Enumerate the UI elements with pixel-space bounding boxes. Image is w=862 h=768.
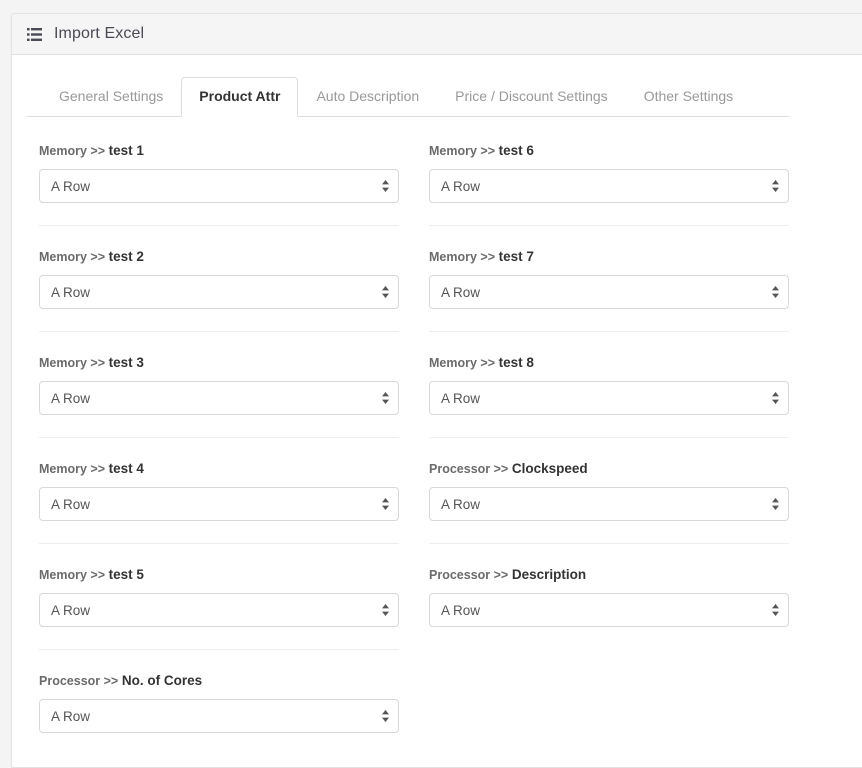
field-label: Memory >> test 4 [39,461,399,477]
field-processor-clockspeed: Processor >> Clockspeed A Row [429,437,789,521]
field-group: Memory >> [39,568,105,582]
select-wrapper: A Row [39,487,399,521]
field-group: Processor >> [429,568,508,582]
list-icon [27,28,42,41]
card-body: General Settings Product Attr Auto Descr… [12,55,862,767]
field-attribute: test 7 [499,249,534,264]
field-label: Processor >> Description [429,567,789,583]
tab-product-attr[interactable]: Product Attr [181,77,298,117]
tab-price-discount-settings[interactable]: Price / Discount Settings [437,77,626,117]
field-attribute: test 4 [109,461,144,476]
field-group: Memory >> [39,462,105,476]
field-label: Memory >> test 6 [429,143,789,159]
select-wrapper: A Row [39,381,399,415]
row-select-memory-test-2[interactable]: A Row [39,275,399,309]
field-group: Memory >> [429,144,495,158]
select-wrapper: A Row [429,275,789,309]
field-attribute: test 3 [109,355,144,370]
row-select-processor-clockspeed[interactable]: A Row [429,487,789,521]
field-memory-test-8: Memory >> test 8 A Row [429,331,789,415]
row-select-processor-description[interactable]: A Row [429,593,789,627]
select-wrapper: A Row [39,593,399,627]
field-memory-test-2: Memory >> test 2 A Row [39,225,399,309]
field-label: Memory >> test 5 [39,567,399,583]
field-group: Processor >> [429,462,508,476]
field-attribute: test 5 [109,567,144,582]
field-memory-test-6: Memory >> test 6 A Row [429,143,789,203]
attribute-mapping-form: Memory >> test 1 A Row [27,143,862,733]
row-select-memory-test-7[interactable]: A Row [429,275,789,309]
select-wrapper: A Row [429,593,789,627]
field-label: Memory >> test 7 [429,249,789,265]
tab-other-settings[interactable]: Other Settings [626,77,752,117]
field-label: Processor >> No. of Cores [39,673,399,689]
field-attribute: test 1 [109,143,144,158]
select-wrapper: A Row [429,487,789,521]
field-processor-no-of-cores: Processor >> No. of Cores A Row [39,649,399,733]
tab-bar: General Settings Product Attr Auto Descr… [27,79,789,117]
field-attribute: test 2 [109,249,144,264]
field-processor-description: Processor >> Description A Row [429,543,789,627]
field-memory-test-7: Memory >> test 7 A Row [429,225,789,309]
row-select-memory-test-8[interactable]: A Row [429,381,789,415]
card-header: Import Excel [12,14,862,55]
row-select-memory-test-4[interactable]: A Row [39,487,399,521]
tab-general-settings[interactable]: General Settings [41,77,181,117]
field-memory-test-1: Memory >> test 1 A Row [39,143,399,203]
field-label: Memory >> test 8 [429,355,789,371]
select-wrapper: A Row [429,169,789,203]
field-label: Memory >> test 2 [39,249,399,265]
select-wrapper: A Row [429,381,789,415]
select-wrapper: A Row [39,275,399,309]
field-group: Memory >> [39,144,105,158]
field-label: Memory >> test 1 [39,143,399,159]
form-column-left: Memory >> test 1 A Row [39,143,399,733]
page-title: Import Excel [54,25,144,43]
select-wrapper: A Row [39,169,399,203]
field-attribute: No. of Cores [122,673,202,688]
field-attribute: test 6 [499,143,534,158]
field-group: Memory >> [429,250,495,264]
field-label: Processor >> Clockspeed [429,461,789,477]
field-memory-test-3: Memory >> test 3 A Row [39,331,399,415]
field-attribute: Clockspeed [512,461,588,476]
import-excel-card: Import Excel General Settings Product At… [11,13,862,768]
field-memory-test-4: Memory >> test 4 A Row [39,437,399,521]
field-group: Memory >> [39,250,105,264]
field-group: Memory >> [429,356,495,370]
tab-auto-description[interactable]: Auto Description [298,77,437,117]
select-wrapper: A Row [39,699,399,733]
field-attribute: test 8 [499,355,534,370]
field-label: Memory >> test 3 [39,355,399,371]
row-select-memory-test-5[interactable]: A Row [39,593,399,627]
row-select-memory-test-3[interactable]: A Row [39,381,399,415]
field-group: Memory >> [39,356,105,370]
row-select-processor-no-of-cores[interactable]: A Row [39,699,399,733]
field-attribute: Description [512,567,586,582]
row-select-memory-test-1[interactable]: A Row [39,169,399,203]
row-select-memory-test-6[interactable]: A Row [429,169,789,203]
field-group: Processor >> [39,674,118,688]
form-column-right: Memory >> test 6 A Row [429,143,789,733]
field-memory-test-5: Memory >> test 5 A Row [39,543,399,627]
